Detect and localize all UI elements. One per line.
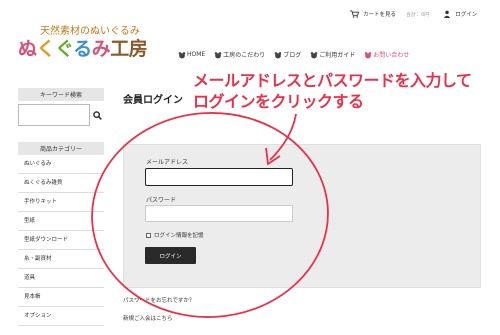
password-field[interactable] — [145, 205, 293, 222]
search-icon — [92, 110, 102, 120]
category-item[interactable]: 見本帳 — [18, 288, 104, 307]
forgot-password-link[interactable]: パスワードをお忘れですか？ — [123, 296, 194, 304]
cart-icon — [350, 10, 359, 18]
nav-item-blog[interactable]: ブログ — [274, 50, 301, 59]
remember-login[interactable]: ログイン情報を記憶 — [146, 231, 204, 239]
search-heading: キーワード検索 — [18, 88, 104, 101]
nav-item-kodawari[interactable]: 工房のこだわり — [214, 50, 265, 59]
logo-char: ぐ — [55, 38, 74, 60]
logo-char: ぬ — [18, 38, 37, 60]
category-heading: 商品カテゴリー — [18, 142, 104, 155]
bear-icon — [178, 51, 186, 58]
password-label: パスワード — [146, 197, 177, 204]
cart-total: 合計：0円 — [406, 11, 430, 18]
remember-checkbox[interactable] — [146, 232, 151, 238]
keyword-search-input[interactable] — [18, 104, 90, 126]
logo-char: く — [36, 38, 56, 60]
cart-link[interactable]: カートを見る — [363, 10, 396, 18]
nav-label: ブログ — [283, 52, 302, 59]
user-icon — [444, 10, 451, 18]
email-field[interactable] — [145, 168, 293, 186]
category-item[interactable]: オプション — [18, 307, 104, 326]
logo-char: 工房 — [110, 38, 148, 60]
nav-label: 工房のこだわり — [223, 52, 266, 59]
site-logo[interactable]: ぬくぐるみ工房 — [18, 34, 148, 61]
email-label: メールアドレス — [146, 159, 189, 166]
global-nav: HOME 工房のこだわり ブログ ご利用ガイド お問い合わせ — [178, 50, 409, 59]
login-link[interactable]: ログイン — [455, 10, 477, 18]
nav-item-guide[interactable]: ご利用ガイド — [310, 50, 355, 59]
logo-char: み — [91, 38, 111, 60]
nav-item-contact[interactable]: お問い合わせ — [364, 50, 409, 59]
category-item[interactable]: ぬくぐるみ雑貨 — [18, 174, 104, 193]
remember-label: ログイン情報を記憶 — [154, 233, 204, 239]
register-link[interactable]: 新規ご入会はこちら — [123, 314, 173, 322]
bear-icon — [274, 51, 282, 58]
keyword-search — [18, 103, 104, 127]
nav-label: お問い合わせ — [373, 52, 410, 59]
sidebar: キーワード検索 商品カテゴリー ぬいぐるみ ぬくぐるみ雑貨 手作りキット 型紙 … — [18, 88, 104, 326]
nav-label: ご利用ガイド — [319, 52, 356, 59]
page-title: 会員ログイン — [123, 95, 183, 106]
bear-icon — [364, 51, 372, 58]
category-item[interactable]: 道具 — [18, 269, 104, 288]
nav-item-home[interactable]: HOME — [178, 50, 205, 59]
login-button[interactable]: ログイン — [145, 247, 196, 264]
annotation-text-line2: ログインをクリックする — [193, 92, 364, 111]
category-item[interactable]: 糸・副資材 — [18, 250, 104, 269]
bear-icon — [310, 51, 318, 58]
category-item[interactable]: 手作りキット — [18, 193, 104, 212]
nav-label: HOME — [187, 51, 206, 58]
header-utility-links: カートを見る 合計：0円 ログイン — [350, 10, 477, 18]
search-button[interactable] — [90, 104, 104, 126]
logo-char: る — [73, 38, 92, 60]
bear-icon — [214, 51, 222, 58]
category-item[interactable]: 型紙 — [18, 212, 104, 231]
category-item[interactable]: 型紙ダウンロード — [18, 231, 104, 250]
category-list: ぬいぐるみ ぬくぐるみ雑貨 手作りキット 型紙 型紙ダウンロード 糸・副資材 道… — [18, 155, 104, 326]
category-item[interactable]: ぬいぐるみ — [18, 155, 104, 174]
